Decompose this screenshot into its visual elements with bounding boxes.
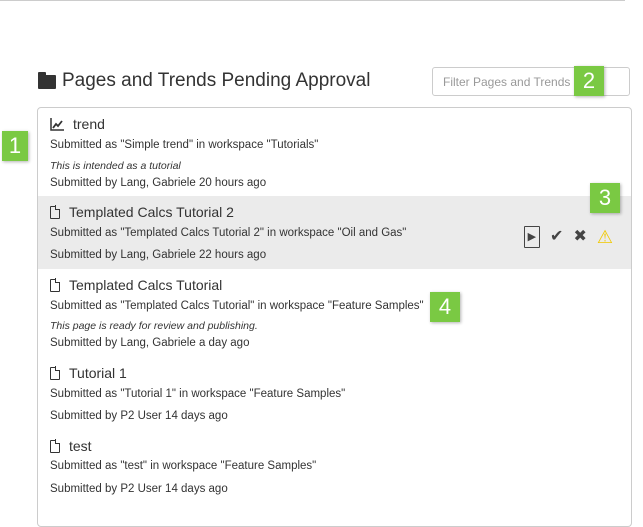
item-submitted-as: Submitted as "Templated Calcs Tutorial" … xyxy=(50,300,424,312)
list-item[interactable]: Tutorial 1 Submitted as "Tutorial 1" in … xyxy=(38,357,631,430)
page-icon xyxy=(50,439,61,453)
item-note: This is intended as a tutorial xyxy=(50,160,181,172)
top-divider xyxy=(0,0,625,1)
item-title[interactable]: Templated Calcs Tutorial xyxy=(50,277,222,293)
folder-icon xyxy=(38,72,56,89)
item-submitted-by: Submitted by Lang, Gabriele a day ago xyxy=(50,337,250,349)
item-title[interactable]: Tutorial 1 xyxy=(50,365,127,381)
list-item[interactable]: Templated Calcs Tutorial 2 Submitted as … xyxy=(38,196,631,269)
preview-button[interactable]: ▶ xyxy=(523,226,541,248)
item-note: This page is ready for review and publis… xyxy=(50,320,258,332)
page-icon xyxy=(50,366,61,380)
item-submitted-by: Submitted by P2 User 14 days ago xyxy=(50,410,228,422)
callout-badge-3: 3 xyxy=(590,183,620,213)
item-submitted-by: Submitted by Lang, Gabriele 22 hours ago xyxy=(50,249,267,261)
item-name: Templated Calcs Tutorial xyxy=(69,277,223,293)
item-title[interactable]: Templated Calcs Tutorial 2 xyxy=(50,204,234,220)
trend-chart-icon xyxy=(50,117,64,131)
item-name: Tutorial 1 xyxy=(69,365,127,381)
reject-button[interactable]: ✖ xyxy=(573,228,586,246)
item-submitted-as: Submitted as "Templated Calcs Tutorial 2… xyxy=(50,227,407,239)
item-submitted-as: Submitted as "Tutorial 1" in workspace "… xyxy=(50,388,346,400)
item-title[interactable]: test xyxy=(50,438,92,454)
callout-badge-1: 1 xyxy=(2,131,28,161)
item-name: test xyxy=(69,438,92,454)
item-submitted-by: Submitted by Lang, Gabriele 20 hours ago xyxy=(50,177,267,189)
item-name: Templated Calcs Tutorial 2 xyxy=(69,204,234,220)
warning-icon[interactable]: ⚠ xyxy=(597,228,613,246)
page-title: Pages and Trends Pending Approval xyxy=(38,70,370,92)
item-actions: ▶ ✔ ✖ ⚠ xyxy=(523,226,613,248)
list-item[interactable]: trend Submitted as "Simple trend" in wor… xyxy=(38,108,631,196)
page-icon xyxy=(50,205,61,219)
item-submitted-by: Submitted by P2 User 14 days ago xyxy=(50,483,228,495)
page-title-text: Pages and Trends Pending Approval xyxy=(62,70,371,91)
list-item[interactable]: Templated Calcs Tutorial Submitted as "T… xyxy=(38,269,631,357)
item-submitted-as: Submitted as "test" in workspace "Featur… xyxy=(50,460,317,472)
callout-badge-4: 4 xyxy=(430,292,460,322)
item-submitted-as: Submitted as "Simple trend" in workspace… xyxy=(50,139,319,151)
callout-badge-2: 2 xyxy=(574,66,604,96)
item-title[interactable]: trend xyxy=(50,116,105,132)
approve-button[interactable]: ✔ xyxy=(550,228,563,246)
page-icon xyxy=(50,278,61,292)
list-item[interactable]: test Submitted as "test" in workspace "F… xyxy=(38,430,631,503)
item-name: trend xyxy=(73,116,105,132)
